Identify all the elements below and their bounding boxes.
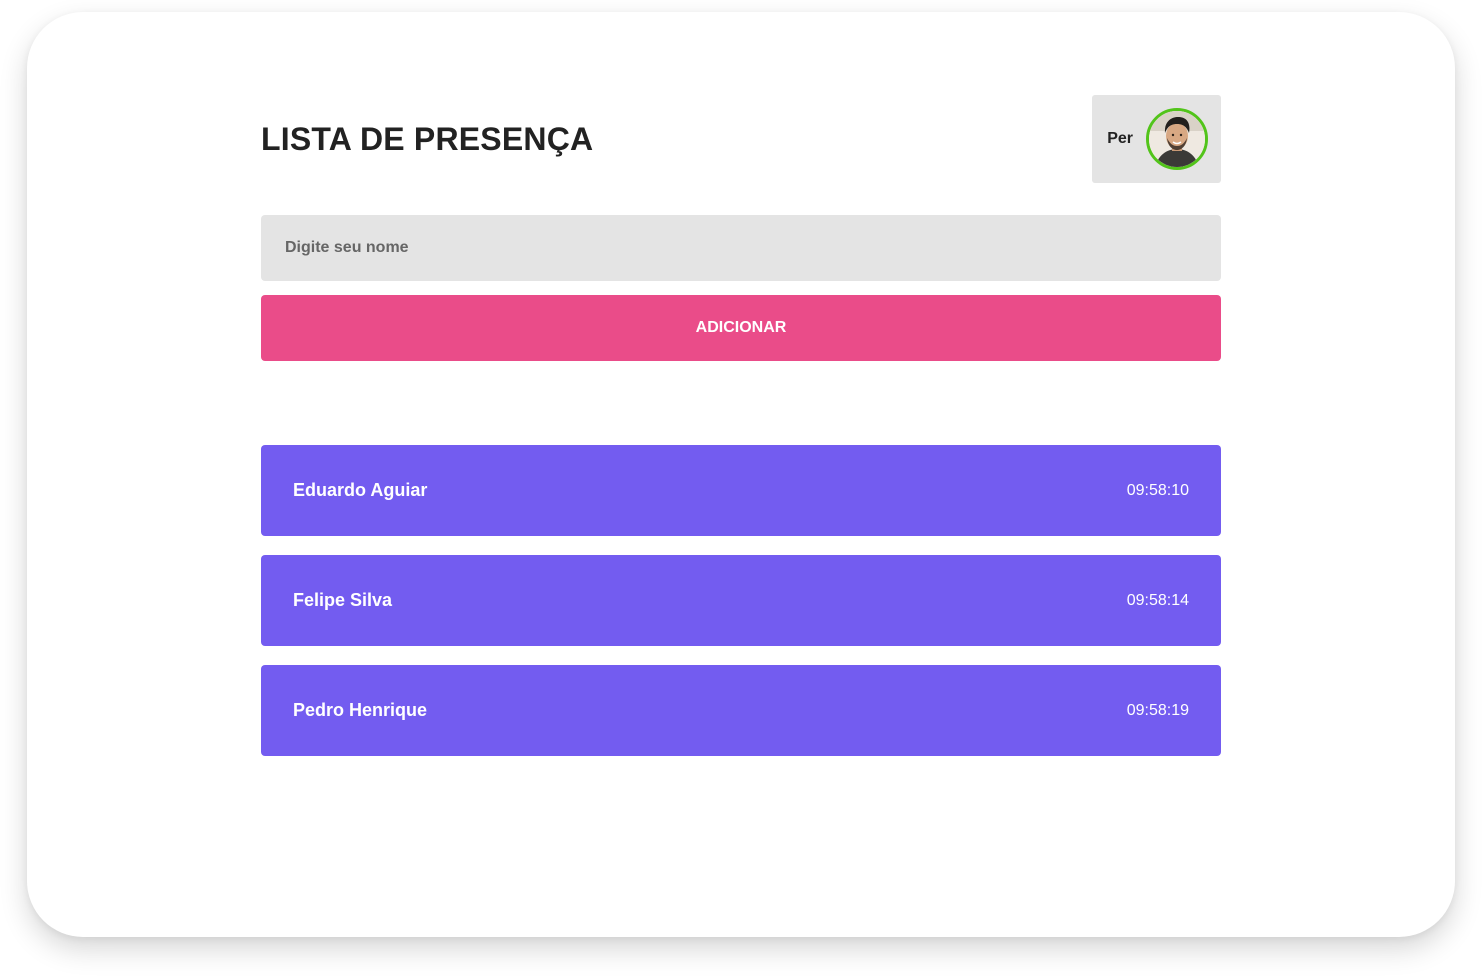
attendee-card: Pedro Henrique 09:58:19 bbox=[261, 665, 1221, 756]
main-container: LISTA DE PRESENÇA Per Digite seu nome AD… bbox=[261, 95, 1221, 775]
attendee-time: 09:58:10 bbox=[1126, 481, 1189, 499]
attendee-card: Felipe Silva 09:58:14 bbox=[261, 555, 1221, 646]
attendee-card: Eduardo Aguiar 09:58:10 bbox=[261, 445, 1221, 536]
attendee-name: Pedro Henrique bbox=[293, 700, 428, 720]
profile-name: Per bbox=[1107, 130, 1133, 147]
name-input[interactable] bbox=[261, 215, 1221, 281]
page-header: LISTA DE PRESENÇA Per bbox=[261, 95, 1221, 183]
app-window: LISTA DE PRESENÇA Per Digite seu nome AD… bbox=[27, 12, 1455, 937]
attendee-list: Eduardo Aguiar 09:58:10 Felipe Silva 09:… bbox=[261, 445, 1221, 756]
attendee-time: 09:58:14 bbox=[1126, 591, 1189, 609]
avatar[interactable] bbox=[1146, 108, 1208, 170]
attendee-name: Eduardo Aguiar bbox=[293, 480, 428, 500]
user-avatar-photo-icon bbox=[1149, 111, 1205, 167]
user-profile[interactable]: Per bbox=[1092, 95, 1221, 183]
attendee-name: Felipe Silva bbox=[293, 590, 393, 610]
attendee-time: 09:58:19 bbox=[1126, 701, 1189, 719]
page-title: LISTA DE PRESENÇA bbox=[261, 120, 594, 157]
add-button[interactable]: ADICIONAR bbox=[261, 295, 1221, 361]
